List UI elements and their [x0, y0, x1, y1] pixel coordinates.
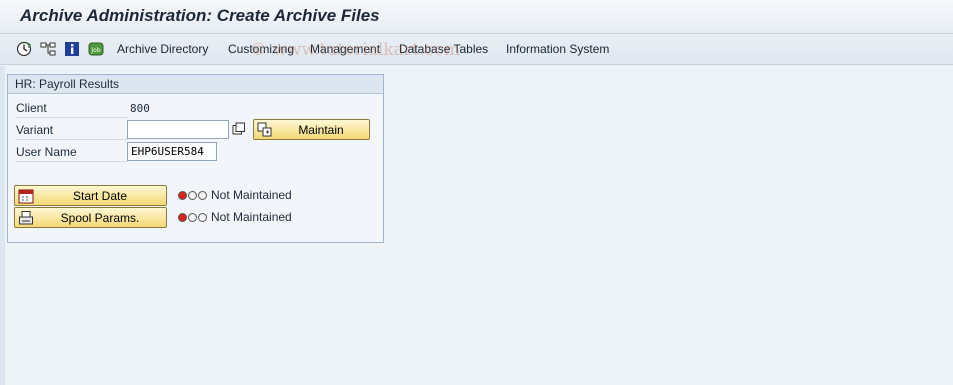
group-title: HR: Payroll Results: [8, 75, 383, 94]
application-toolbar: Job Archive Directory Customizing Manage…: [0, 34, 953, 65]
client-value: 800: [130, 102, 150, 115]
execute-clock-icon[interactable]: [16, 41, 32, 57]
menu-information-system[interactable]: Information System: [506, 42, 609, 56]
maintain-icon: [257, 122, 273, 138]
user-name-field: EHP6USER584: [127, 142, 217, 161]
page-title: Archive Administration: Create Archive F…: [20, 6, 380, 25]
info-icon[interactable]: [64, 41, 80, 57]
value-help-icon[interactable]: [232, 122, 246, 136]
job-icon-text: Job: [90, 47, 100, 54]
printer-icon: [18, 210, 34, 226]
spool-params-button[interactable]: Spool Params.: [14, 207, 167, 228]
hierarchy-icon[interactable]: [40, 41, 56, 57]
spool-params-status: Not Maintained: [211, 210, 292, 224]
maintain-label: Maintain: [298, 122, 344, 137]
title-bar: Archive Administration: Create Archive F…: [0, 0, 953, 34]
user-name-label: User Name: [16, 143, 128, 162]
start-date-status: Not Maintained: [211, 188, 292, 202]
start-date-status-light-icon: [178, 191, 208, 200]
start-date-button[interactable]: Start Date: [14, 185, 167, 206]
spool-status-light-icon: [178, 213, 208, 222]
menu-database-tables[interactable]: Database Tables: [399, 42, 488, 56]
variant-label: Variant: [16, 121, 128, 140]
client-label: Client: [16, 99, 128, 118]
job-icon[interactable]: Job: [88, 41, 104, 57]
calendar-icon: [18, 188, 34, 204]
menu-archive-directory[interactable]: Archive Directory: [117, 42, 208, 56]
spool-params-label: Spool Params.: [60, 210, 140, 225]
menu-customizing[interactable]: Customizing: [228, 42, 294, 56]
payroll-results-group: HR: Payroll Results Client 800 Variant M…: [7, 74, 384, 243]
content-edge: [0, 66, 5, 385]
variant-field[interactable]: [127, 120, 229, 139]
maintain-button[interactable]: Maintain: [253, 119, 370, 140]
menu-management[interactable]: Management: [310, 42, 380, 56]
start-date-label: Start Date: [72, 188, 128, 203]
